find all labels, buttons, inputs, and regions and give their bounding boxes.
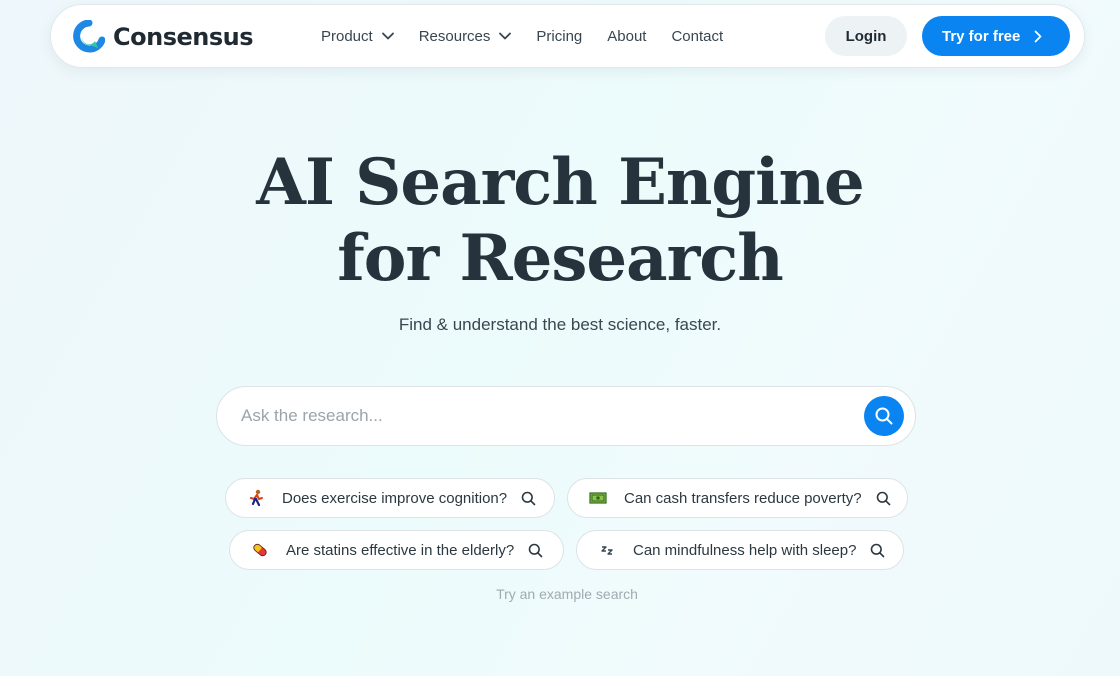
search-button[interactable] <box>864 396 904 436</box>
search-icon <box>521 491 536 505</box>
example-search-cash-transfers[interactable]: Can cash transfers reduce poverty? <box>567 478 908 518</box>
example-search-exercise[interactable]: Does exercise improve cognition? <box>225 478 555 518</box>
search-input[interactable] <box>241 387 841 445</box>
top-navbar: Consensus Product Resources Pricing Abou… <box>50 4 1085 68</box>
example-search-text: Are statins effective in the elderly? <box>286 541 515 559</box>
nav-item-label: Product <box>321 27 373 45</box>
search-icon <box>871 543 885 557</box>
pill-icon <box>253 543 267 557</box>
main-nav: Product Resources Pricing About Contact <box>321 5 748 67</box>
search-bar <box>216 386 916 446</box>
brand-name: Consensus <box>113 23 254 51</box>
nav-item-product[interactable]: Product <box>321 28 394 45</box>
nav-item-pricing[interactable]: Pricing <box>536 28 582 45</box>
try-for-free-button[interactable]: Try for free <box>922 16 1070 56</box>
example-search-text: Can cash transfers reduce poverty? <box>624 489 862 507</box>
example-search-text: Can mindfulness help with sleep? <box>633 541 857 559</box>
chevron-right-icon <box>1034 30 1042 42</box>
example-search-text: Does exercise improve cognition? <box>282 489 508 507</box>
running-person-icon <box>249 489 263 507</box>
example-search-note: Try an example search <box>496 586 638 602</box>
nav-item-about[interactable]: About <box>607 28 646 45</box>
search-icon <box>876 491 890 505</box>
nav-item-contact[interactable]: Contact <box>671 28 723 45</box>
search-icon <box>528 543 543 557</box>
search-icon <box>875 407 893 425</box>
example-search-mindfulness[interactable]: Can mindfulness help with sleep? <box>576 530 904 570</box>
hero-title: AI Search Engine for Research <box>0 145 1120 297</box>
nav-item-label: About <box>607 27 647 45</box>
sleep-icon <box>601 546 613 555</box>
example-search-statins[interactable]: Are statins effective in the elderly? <box>229 530 564 570</box>
nav-item-label: Contact <box>671 27 724 45</box>
hero-title-line-2: for Research <box>337 221 784 296</box>
brand-logo[interactable]: Consensus <box>73 20 254 54</box>
hero-subtitle: Find & understand the best science, fast… <box>398 315 722 334</box>
hero-title-line-1: AI Search Engine <box>256 145 864 220</box>
nav-item-resources[interactable]: Resources <box>419 28 512 45</box>
chevron-down-icon <box>499 32 512 40</box>
money-icon <box>589 492 607 504</box>
nav-item-label: Pricing <box>536 27 583 45</box>
consensus-logo-icon <box>73 20 105 53</box>
try-for-free-label: Try for free <box>942 27 1021 45</box>
nav-item-label: Resources <box>418 27 491 45</box>
login-button[interactable]: Login <box>825 16 907 56</box>
chevron-down-icon <box>381 32 394 40</box>
